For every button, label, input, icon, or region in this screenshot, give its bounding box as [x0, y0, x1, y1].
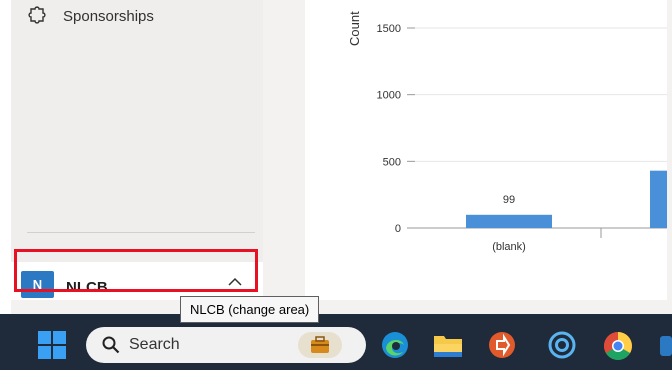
- puzzle-icon: [27, 6, 49, 26]
- bar[interactable]: [650, 170, 672, 228]
- bar[interactable]: [466, 214, 552, 228]
- remote-desktop-icon[interactable]: [488, 331, 516, 359]
- area-switcher[interactable]: N NLCB: [11, 262, 263, 300]
- x-tick-label: (blank): [492, 241, 526, 253]
- area-avatar: N: [21, 271, 54, 298]
- area-tooltip: NLCB (change area): [180, 296, 320, 323]
- area-name: NLCB: [66, 279, 108, 296]
- sidebar: Sponsorships: [11, 0, 263, 300]
- y-tick-label: 0: [395, 223, 401, 235]
- window-right-edge: [667, 0, 672, 314]
- y-axis-label: Count: [347, 11, 362, 46]
- taskbar-search[interactable]: Search: [86, 327, 366, 363]
- sidebar-divider: [27, 232, 255, 233]
- app-window: Sponsorships N NLCB Count 0 500 1000 1500 99…: [0, 0, 672, 314]
- edge-icon[interactable]: [381, 331, 409, 359]
- y-tick-label: 1000: [377, 90, 401, 102]
- search-placeholder: Search: [129, 336, 180, 353]
- taskbar: Search: [0, 314, 672, 370]
- y-tick-label: 500: [383, 156, 401, 168]
- windows-start-icon[interactable]: [37, 330, 67, 360]
- chrome-icon[interactable]: [603, 331, 633, 361]
- bar-chart: Count 0 500 1000 1500 99 (blank): [347, 11, 672, 253]
- chevron-up-icon[interactable]: [227, 274, 243, 292]
- y-tick-label: 1500: [377, 23, 401, 35]
- sidebar-item-sponsorships[interactable]: Sponsorships: [27, 6, 154, 26]
- briefcase-icon: [298, 332, 342, 358]
- content-gutter: [263, 0, 305, 300]
- file-explorer-icon[interactable]: [433, 332, 463, 358]
- chart-card: Count 0 500 1000 1500 99 (blank): [305, 0, 672, 300]
- overflow-app-icon[interactable]: [660, 336, 672, 356]
- cortana-icon[interactable]: [548, 331, 576, 359]
- search-icon: [102, 336, 120, 354]
- bar-data-label: 99: [503, 194, 515, 206]
- window-left-edge: [0, 0, 11, 314]
- window-bottom-strip: [11, 300, 667, 314]
- sidebar-item-label: Sponsorships: [63, 7, 154, 25]
